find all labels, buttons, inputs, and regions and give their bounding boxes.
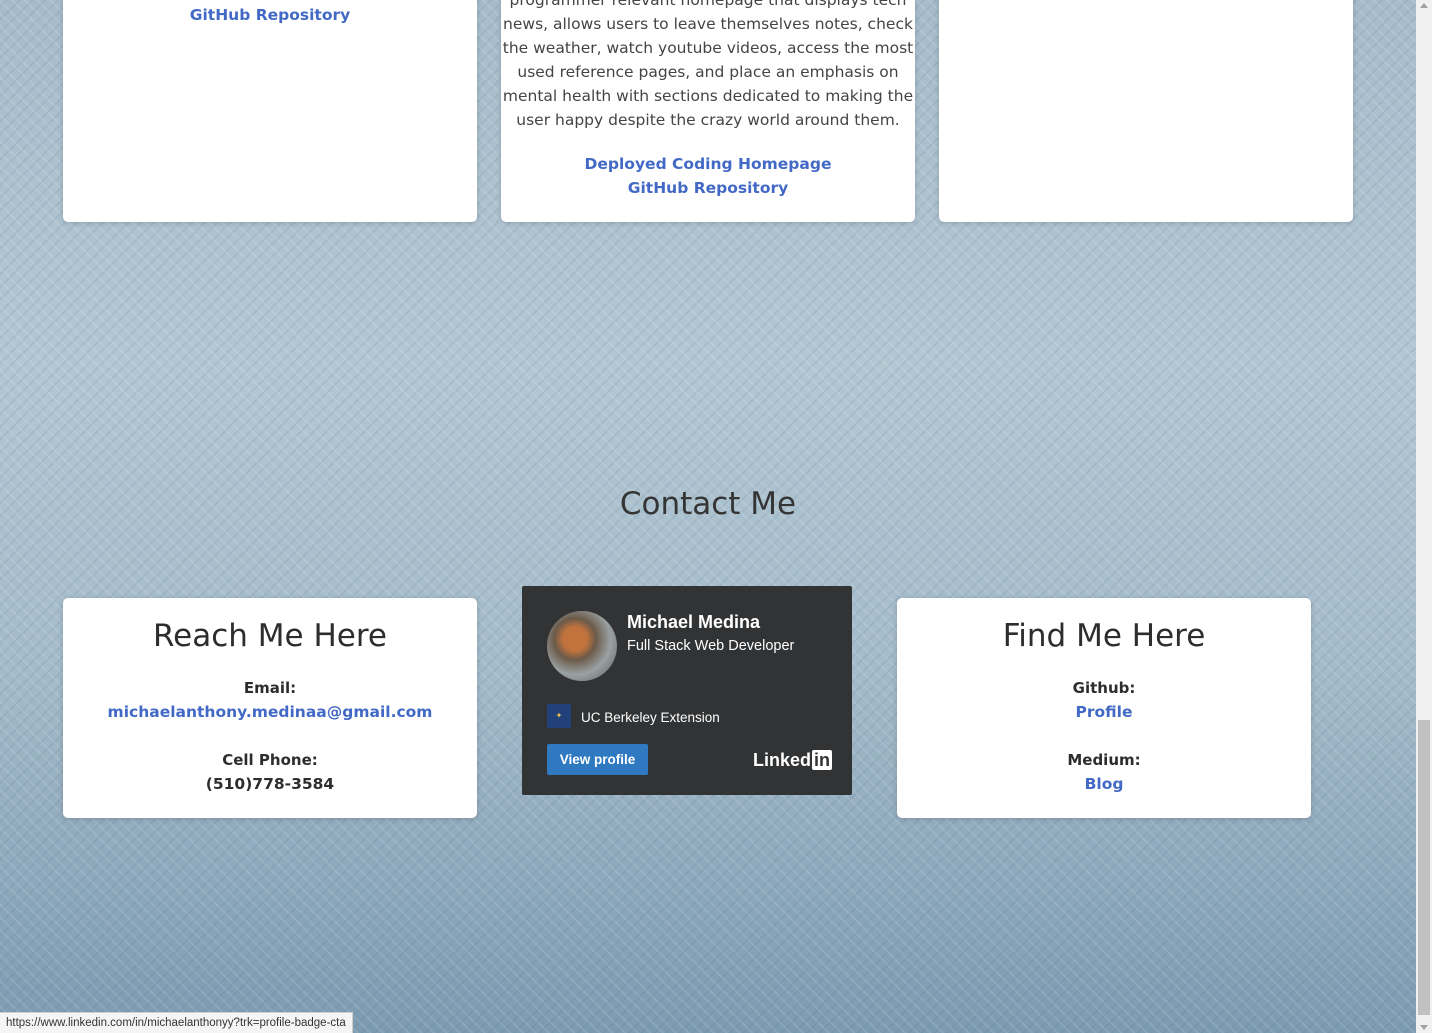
contact-section-title: Contact Me [619,486,797,522]
email-label: Email: [243,679,297,697]
project-description: programmer relevant homepage that displa… [501,0,915,132]
linkedin-logo-in: in [812,750,832,770]
profile-name[interactable]: Michael Medina [627,612,760,633]
project-card-center: programmer relevant homepage that displa… [501,0,915,222]
profile-title: Full Stack Web Developer [627,638,795,654]
reach-me-card: Reach Me Here Email: michaelanthony.medi… [63,598,477,818]
description-line: programmer relevant homepage that displa… [509,0,907,9]
scrollbar-thumb[interactable] [1418,720,1430,1015]
description-line: mental health with sections dedicated to… [502,87,914,105]
github-label: Github: [1072,679,1136,697]
browser-status-bar: https://www.linkedin.com/in/michaelantho… [0,1012,353,1033]
medium-blog-link[interactable]: Blog [897,772,1311,796]
school-logo-icon: ✦ [547,704,571,728]
linkedin-logo: Linked in [753,750,832,771]
email-link[interactable]: michaelanthony.medinaa@gmail.com [63,700,477,724]
linkedin-logo-text: Linked [752,750,811,770]
github-repository-link[interactable]: GitHub Repository [501,179,915,197]
view-profile-button[interactable]: View profile [547,744,648,775]
phone-value: (510)778-3584 [205,775,335,793]
vertical-scrollbar[interactable] [1416,0,1432,1033]
github-profile-link[interactable]: Profile [897,700,1311,724]
scroll-up-arrow-icon[interactable] [1420,3,1428,8]
reach-me-heading: Reach Me Here [153,618,387,654]
project-card-right [939,0,1353,222]
deployed-coding-homepage-link[interactable]: Deployed Coding Homepage [501,155,915,173]
profile-avatar[interactable] [547,611,617,681]
description-line: user happy despite the crazy world aroun… [516,111,900,129]
description-line: news, allows users to leave themselves n… [503,15,913,33]
find-me-card: Find Me Here Github: Profile Medium: Blo… [897,598,1311,818]
find-me-heading: Find Me Here [1002,618,1206,654]
linkedin-badge: Michael Medina Full Stack Web Developer … [522,586,852,795]
description-line: used reference pages, and place an empha… [517,63,899,81]
github-repository-link[interactable]: GitHub Repository [63,6,477,24]
profile-school[interactable]: UC Berkeley Extension [581,710,720,725]
project-card-left: GitHub Repository [63,0,477,222]
medium-label: Medium: [1067,751,1141,769]
scroll-down-arrow-icon[interactable] [1420,1025,1428,1030]
phone-label: Cell Phone: [222,751,318,769]
description-line: the weather, watch youtube videos, acces… [502,39,914,57]
